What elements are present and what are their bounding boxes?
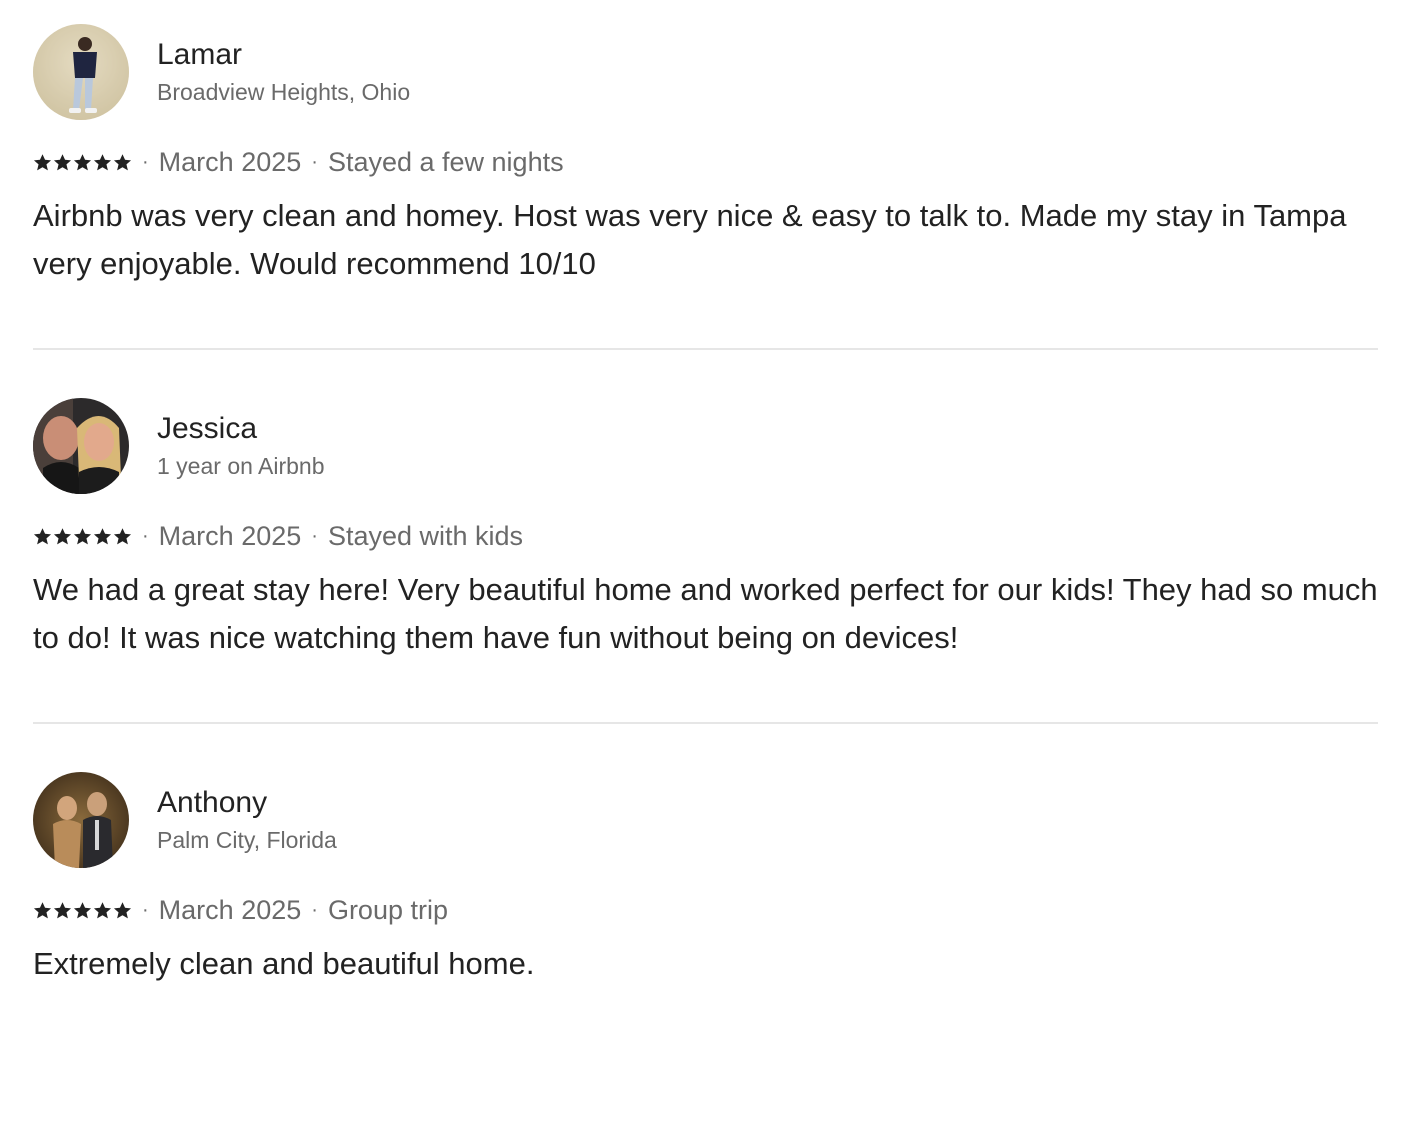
separator-dot: · [142,898,149,921]
avatar-photo-lamar [33,24,129,120]
review-item: Anthony Palm City, Florida · March 2025 … [33,772,1378,1146]
star-icon [53,527,72,544]
reviewer-identity: Lamar Broadview Heights, Ohio [157,37,410,107]
star-icon [113,527,132,544]
review-meta: · March 2025 · Stayed a few nights [33,146,1378,178]
separator-dot: · [311,524,318,547]
review-date: March 2025 [158,520,302,551]
reviewer-identity: Jessica 1 year on Airbnb [157,411,325,481]
star-icon [73,153,92,170]
separator-dot: · [311,150,318,173]
review-text: We had a great stay here! Very beautiful… [33,572,1378,655]
star-icon [113,901,132,918]
star-icon [53,153,72,170]
review-item: Lamar Broadview Heights, Ohio · March 20… [33,24,1378,398]
star-rating [33,153,132,172]
avatar[interactable] [33,772,129,868]
star-rating [33,527,132,546]
star-icon [93,153,112,170]
avatar-photo-anthony [33,772,129,868]
separator-dot: · [142,150,149,173]
star-icon [33,527,52,544]
divider [33,722,1378,724]
reviewer-identity: Anthony Palm City, Florida [157,785,337,855]
trip-type: Stayed with kids [327,520,524,551]
review-header: Jessica 1 year on Airbnb [33,398,1378,494]
review-text: Airbnb was very clean and homey. Host wa… [33,198,1347,281]
avatar[interactable] [33,24,129,120]
review-meta: · March 2025 · Stayed with kids [33,520,1378,552]
separator-dot: · [142,524,149,547]
review-text: Extremely clean and beautiful home. [33,946,535,981]
star-icon [113,153,132,170]
star-icon [33,153,52,170]
review-item: Jessica 1 year on Airbnb · March 2025 · … [33,398,1378,772]
review-date: March 2025 [158,146,302,177]
avatar-photo-jessica [33,398,129,494]
separator-dot: · [311,898,318,921]
trip-type: Group trip [327,894,448,925]
star-icon [93,901,112,918]
review-meta: · March 2025 · Group trip [33,894,1378,926]
star-rating [33,901,132,920]
star-icon [93,527,112,544]
reviewer-name[interactable]: Jessica [157,411,325,447]
review-header: Anthony Palm City, Florida [33,772,1378,868]
divider [33,348,1378,350]
star-icon [73,901,92,918]
reviewer-location: Broadview Heights, Ohio [157,79,411,105]
review-date: March 2025 [158,894,302,925]
reviewer-location: Palm City, Florida [157,827,337,853]
star-icon [73,527,92,544]
reviewer-tenure: 1 year on Airbnb [157,453,325,479]
trip-type: Stayed a few nights [327,146,564,177]
avatar[interactable] [33,398,129,494]
reviewer-name[interactable]: Anthony [157,785,337,821]
star-icon [53,901,72,918]
review-header: Lamar Broadview Heights, Ohio [33,24,1378,120]
reviewer-name[interactable]: Lamar [157,37,410,73]
star-icon [33,901,52,918]
reviews-list: Lamar Broadview Heights, Ohio · March 20… [33,24,1378,1146]
